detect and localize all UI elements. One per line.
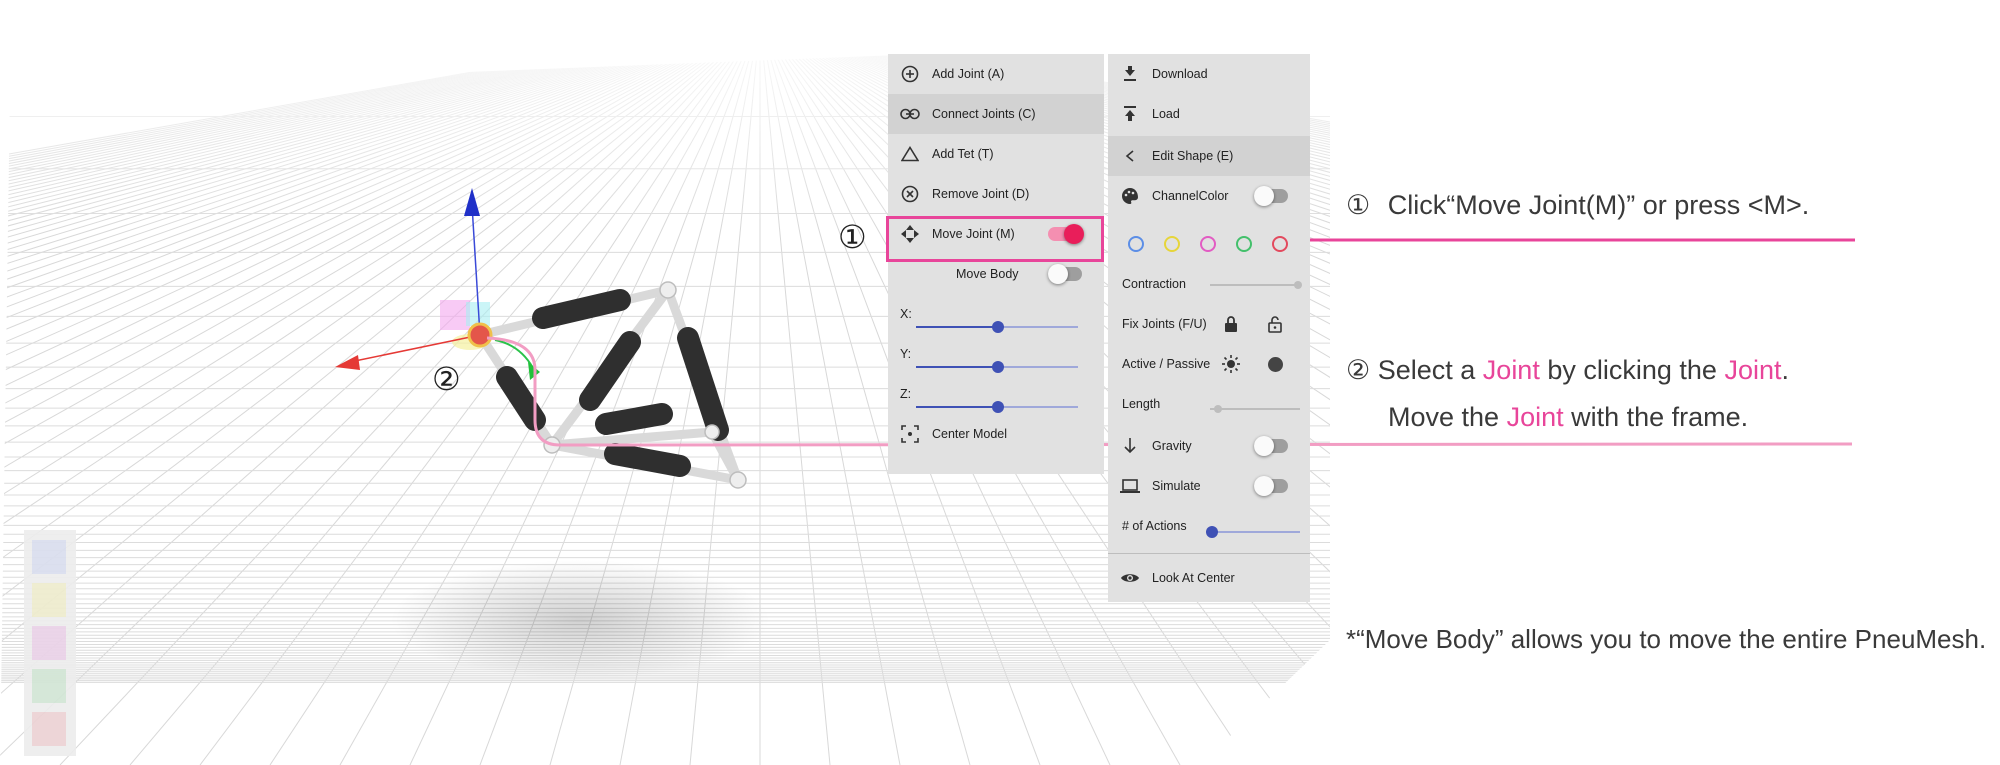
- gravity-toggle[interactable]: [1254, 436, 1288, 456]
- menu-add-joint-label: Add Joint (A): [932, 67, 1005, 81]
- menu-edit-shape[interactable]: Edit Shape (E): [1108, 136, 1310, 176]
- menu-add-tet-label: Add Tet (T): [932, 147, 994, 161]
- step-2-line1-a: Select a: [1377, 355, 1483, 385]
- legend-square-green: [32, 669, 66, 703]
- legend-square-yellow: [32, 583, 66, 617]
- step-2-line2-a: Move the: [1388, 402, 1507, 432]
- legend-square-magenta: [32, 626, 66, 660]
- slider-x[interactable]: [916, 321, 1078, 333]
- legend-square-red: [32, 712, 66, 746]
- fix-joints-label: Fix Joints (F/U): [1122, 317, 1207, 331]
- swatch-green[interactable]: [1236, 236, 1252, 252]
- step-2-instruction: ② Select a Joint by clicking the Joint.: [1346, 355, 1789, 386]
- sun-icon[interactable]: [1221, 354, 1241, 377]
- step-2-line2-joint: Joint: [1506, 402, 1564, 432]
- step-2-line1-c: by clicking the: [1539, 355, 1725, 385]
- menu-connect-joints-label: Connect Joints (C): [932, 107, 1036, 121]
- close-circle-icon: [900, 184, 920, 204]
- menu-look-at-center[interactable]: Look At Center: [1108, 558, 1310, 598]
- menu-download-label: Download: [1152, 67, 1208, 81]
- menu-connect-joints[interactable]: Connect Joints (C): [888, 94, 1104, 134]
- palette-icon: [1120, 186, 1140, 206]
- step-1-text: Click“Move Joint(M)” or press <M>.: [1387, 190, 1810, 220]
- active-passive-label: Active / Passive: [1122, 357, 1211, 371]
- channel-color-toggle[interactable]: [1254, 186, 1288, 206]
- menu-load[interactable]: Load: [1108, 94, 1310, 134]
- legend-square-blue: [32, 540, 66, 574]
- step-2-instruction-line2: Move the Joint with the frame.: [1388, 402, 1748, 433]
- selected-joint[interactable]: [467, 322, 493, 348]
- menu-download[interactable]: Download: [1108, 54, 1310, 94]
- chevron-left-icon: [1120, 146, 1140, 166]
- swatch-yellow[interactable]: [1164, 236, 1180, 252]
- swatch-magenta[interactable]: [1200, 236, 1216, 252]
- lock-icon[interactable]: [1224, 315, 1238, 336]
- callout-1-marker: ①: [838, 219, 867, 255]
- eye-icon: [1120, 568, 1140, 588]
- unlock-icon[interactable]: [1268, 315, 1282, 336]
- contraction-slider[interactable]: [1210, 281, 1302, 289]
- num-actions-label: # of Actions: [1122, 519, 1187, 533]
- triangle-icon: [900, 144, 920, 164]
- upload-icon: [1120, 104, 1140, 124]
- move-body-note: *“Move Body” allows you to move the enti…: [1346, 624, 1987, 654]
- menu-add-joint[interactable]: Add Joint (A): [888, 54, 1104, 94]
- menu-simulate[interactable]: Simulate: [1108, 466, 1310, 506]
- menu-look-at-center-label: Look At Center: [1152, 571, 1235, 585]
- menu-edit-shape-label: Edit Shape (E): [1152, 149, 1234, 163]
- length-slider[interactable]: [1210, 405, 1300, 413]
- menu-center-model[interactable]: Center Model: [888, 414, 1104, 454]
- center-focus-icon: [900, 424, 920, 444]
- menu-channel-color[interactable]: ChannelColor: [1108, 176, 1310, 216]
- menu-gravity[interactable]: Gravity: [1108, 426, 1310, 466]
- slider-y-label: Y:: [900, 347, 912, 361]
- passive-dot-icon[interactable]: [1268, 357, 1283, 372]
- step-1-instruction: ① Click“Move Joint(M)” or press <M>.: [1346, 190, 1809, 221]
- menu-remove-joint[interactable]: Remove Joint (D): [888, 174, 1104, 214]
- slider-y[interactable]: [916, 361, 1078, 373]
- swatch-red[interactable]: [1272, 236, 1288, 252]
- step-2-line1-joint-b: Joint: [1724, 355, 1782, 385]
- slider-x-label: X:: [900, 307, 912, 321]
- menu-gravity-label: Gravity: [1152, 439, 1192, 453]
- panel-divider: [1108, 553, 1310, 554]
- menu-remove-joint-label: Remove Joint (D): [932, 187, 1030, 201]
- fix-joints-row: Fix Joints (F/U): [1108, 304, 1310, 344]
- step-2-line1-joint-a: Joint: [1482, 355, 1540, 385]
- step-2-marker: ②: [1346, 355, 1371, 385]
- move-body-toggle[interactable]: [1048, 264, 1082, 284]
- callout-2-marker: ②: [432, 361, 461, 397]
- plus-circle-icon: [900, 64, 920, 84]
- tools-panel: Add Joint (A) Connect Joints (C) Add Tet…: [888, 54, 1104, 474]
- length-label: Length: [1122, 397, 1161, 411]
- menu-simulate-label: Simulate: [1152, 479, 1201, 493]
- menu-channel-color-label: ChannelColor: [1152, 189, 1229, 203]
- menu-center-model-label: Center Model: [932, 427, 1008, 441]
- settings-panel: Download Load Edit Shape (E) ChannelColo…: [1108, 54, 1310, 602]
- simulate-toggle[interactable]: [1254, 476, 1288, 496]
- arrow-down-icon: [1120, 436, 1140, 456]
- app-stage: Add Joint (A) Connect Joints (C) Add Tet…: [0, 0, 2000, 765]
- menu-load-label: Load: [1152, 107, 1180, 121]
- menu-move-body-label: Move Body: [956, 267, 1019, 281]
- laptop-icon: [1120, 476, 1140, 496]
- mesh-shadow: [390, 560, 770, 680]
- link-icon: [900, 104, 920, 124]
- step-2-line2-c: with the frame.: [1563, 402, 1749, 432]
- step-2-line1-e: .: [1781, 355, 1789, 385]
- active-passive-row: Active / Passive: [1108, 344, 1310, 384]
- move-joint-highlight: [886, 216, 1104, 262]
- length-row: Length: [1108, 384, 1310, 424]
- step-1-marker: ①: [1346, 190, 1371, 220]
- download-icon: [1120, 64, 1140, 84]
- menu-add-tet[interactable]: Add Tet (T): [888, 134, 1104, 174]
- slider-z-label: Z:: [900, 387, 912, 401]
- contraction-label: Contraction: [1122, 277, 1186, 291]
- swatch-blue[interactable]: [1128, 236, 1144, 252]
- slider-z[interactable]: [916, 401, 1078, 413]
